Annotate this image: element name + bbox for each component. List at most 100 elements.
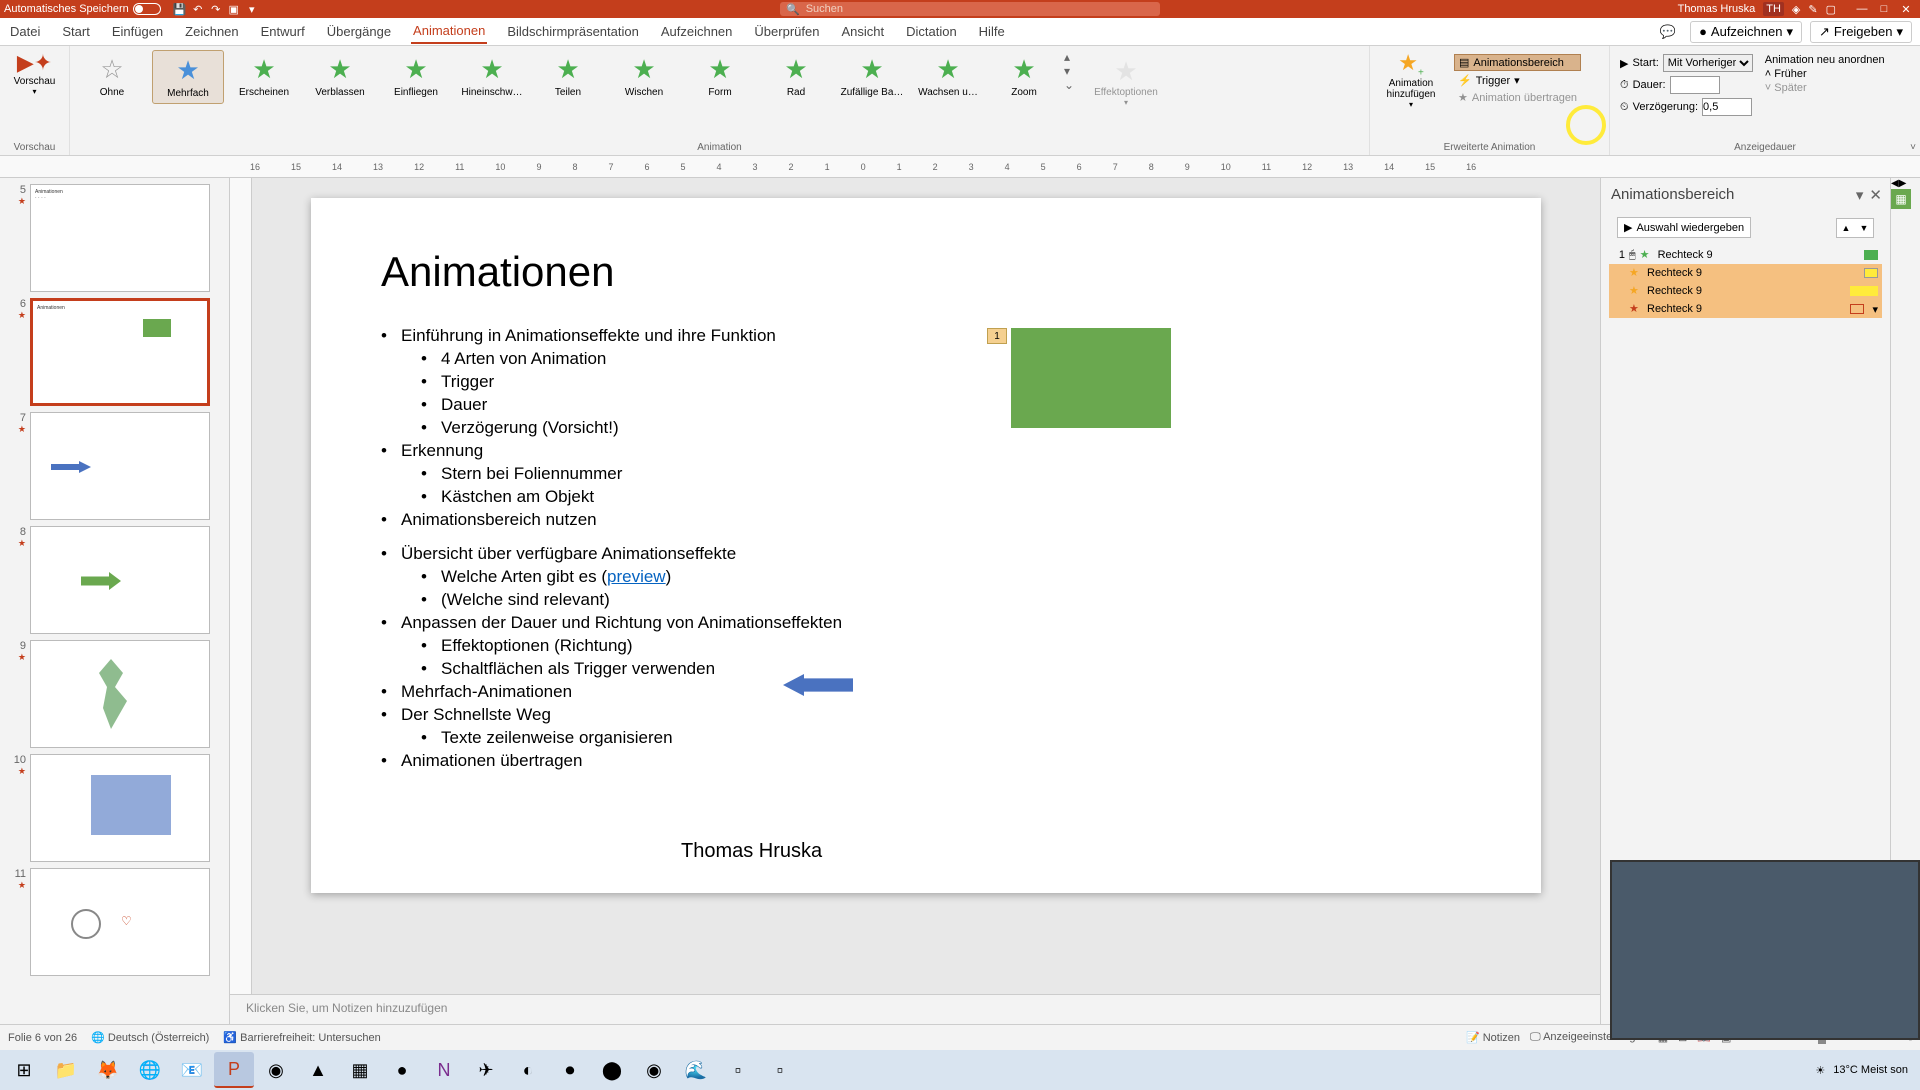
thumb-10[interactable] — [30, 754, 210, 862]
slide-counter[interactable]: Folie 6 von 26 — [8, 1032, 77, 1044]
preview-link[interactable]: preview — [607, 567, 666, 586]
undo-icon[interactable]: ↶ — [191, 2, 205, 16]
telegram-icon[interactable]: ✈ — [466, 1052, 506, 1088]
ribbon-collapse-icon[interactable]: ˅ — [1910, 142, 1916, 153]
anim-mehrfach[interactable]: ★Mehrfach — [152, 50, 224, 104]
app-icon-1[interactable]: ◉ — [256, 1052, 296, 1088]
slide-footer[interactable]: Thomas Hruska — [681, 840, 822, 863]
thumb-6[interactable]: Animationen — [30, 298, 210, 406]
app-icon-8[interactable]: ▫ — [718, 1052, 758, 1088]
strip-expand-icon[interactable]: ◀▶ — [1891, 178, 1920, 189]
slide-title[interactable]: Animationen — [381, 248, 1471, 296]
notes-pane[interactable]: Klicken Sie, um Notizen hinzuzufügen — [230, 994, 1600, 1024]
app-icon-5[interactable]: ⏺ — [550, 1052, 590, 1088]
tab-uebergaenge[interactable]: Übergänge — [325, 20, 393, 43]
anim-hinzufuegen-button[interactable]: ★+ Animation hinzufügen ▾ — [1376, 50, 1446, 109]
search-box[interactable]: 🔍 Suchen — [780, 2, 1160, 16]
vlc-icon[interactable]: ▲ — [298, 1052, 338, 1088]
redo-icon[interactable]: ↷ — [209, 2, 223, 16]
green-rectangle-shape[interactable] — [1011, 328, 1171, 428]
anim-item-3[interactable]: ★Rechteck 9 — [1609, 282, 1882, 300]
tab-start[interactable]: Start — [60, 20, 91, 43]
anim-pane-close-icon[interactable]: ✕ — [1869, 186, 1882, 204]
thumb-11[interactable]: ♡ — [30, 868, 210, 976]
outlook-icon[interactable]: 📧 — [172, 1052, 212, 1088]
autosave-switch[interactable] — [133, 3, 161, 15]
tab-datei[interactable]: Datei — [8, 20, 42, 43]
anim-item-1[interactable]: 1🖱★Rechteck 9 — [1609, 246, 1882, 264]
qat-more-icon[interactable]: ▾ — [245, 2, 259, 16]
anim-form[interactable]: ★Form — [684, 50, 756, 102]
app-icon-3[interactable]: ● — [382, 1052, 422, 1088]
anim-erscheinen[interactable]: ★Erscheinen — [228, 50, 300, 102]
anim-item-4[interactable]: ★Rechteck 9▾ — [1609, 300, 1882, 318]
dauer-input[interactable] — [1670, 76, 1720, 94]
replay-button[interactable]: ▶ Auswahl wiedergeben — [1617, 217, 1751, 238]
maximize-icon[interactable]: □ — [1874, 2, 1894, 16]
diamond-icon[interactable]: ◈ — [1792, 3, 1800, 16]
app-icon-7[interactable]: ◉ — [634, 1052, 674, 1088]
thumb-8[interactable] — [30, 526, 210, 634]
edge-icon[interactable]: 🌊 — [676, 1052, 716, 1088]
animation-tag[interactable]: 1 — [987, 328, 1007, 344]
app-icon-4[interactable]: ◐ — [508, 1052, 548, 1088]
vorschau-button[interactable]: ▶✦ Vorschau ▾ — [14, 50, 56, 96]
start-select[interactable]: Mit Vorheriger — [1663, 54, 1753, 72]
anim-teilen[interactable]: ★Teilen — [532, 50, 604, 102]
tab-ansicht[interactable]: Ansicht — [839, 20, 886, 43]
aufzeichnen-button[interactable]: ● Aufzeichnen ▾ — [1690, 21, 1802, 43]
minimize-icon[interactable]: — — [1852, 2, 1872, 16]
thumb-9[interactable] — [30, 640, 210, 748]
lang-indicator[interactable]: 🌐 Deutsch (Österreich) — [91, 1031, 209, 1044]
pen-icon[interactable]: ✎ — [1808, 3, 1817, 16]
strip-tool-icon[interactable]: ▦ — [1891, 189, 1911, 209]
anim-pane-dropdown-icon[interactable]: ▾ — [1856, 186, 1864, 204]
slide-canvas[interactable]: Animationen Einführung in Animationseffe… — [252, 178, 1600, 994]
anim-hineinschw[interactable]: ★Hineinschw… — [456, 50, 528, 102]
slide-content[interactable]: Einführung in Animationseffekte und ihre… — [381, 326, 1471, 771]
slideshow-icon[interactable]: ▣ — [227, 2, 241, 16]
onenote-icon[interactable]: N — [424, 1052, 464, 1088]
tab-hilfe[interactable]: Hilfe — [977, 20, 1007, 43]
firefox-icon[interactable]: 🦊 — [88, 1052, 128, 1088]
tab-entwurf[interactable]: Entwurf — [259, 20, 307, 43]
anim-wischen[interactable]: ★Wischen — [608, 50, 680, 102]
autosave-toggle[interactable]: Automatisches Speichern — [4, 3, 161, 15]
tab-zeichnen[interactable]: Zeichnen — [183, 20, 240, 43]
tab-animationen[interactable]: Animationen — [411, 19, 487, 44]
user-avatar[interactable]: TH — [1763, 2, 1784, 16]
animation-gallery-more[interactable]: ▴▾⌄ — [1064, 50, 1082, 92]
tab-dictation[interactable]: Dictation — [904, 20, 959, 43]
anim-item-2[interactable]: ★Rechteck 9 — [1609, 264, 1882, 282]
tab-bildschirm[interactable]: Bildschirmpräsentation — [505, 20, 641, 43]
anim-wachsen[interactable]: ★Wachsen u… — [912, 50, 984, 102]
item-dropdown-icon[interactable]: ▾ — [1872, 303, 1878, 316]
close-icon[interactable]: ✕ — [1896, 2, 1916, 16]
anim-verblassen[interactable]: ★Verblassen — [304, 50, 376, 102]
app-icon-2[interactable]: ▦ — [340, 1052, 380, 1088]
move-up-icon[interactable]: ▲ — [1837, 219, 1855, 237]
accessibility-indicator[interactable]: ♿ Barrierefreiheit: Untersuchen — [223, 1031, 380, 1044]
user-name[interactable]: Thomas Hruska — [1678, 3, 1756, 15]
notizen-button[interactable]: 📝 Notizen — [1466, 1031, 1520, 1044]
system-tray[interactable]: ☀ 13°C Meist son — [1815, 1064, 1916, 1077]
tab-ueberpruefen[interactable]: Überprüfen — [752, 20, 821, 43]
anim-einfliegen[interactable]: ★Einfliegen — [380, 50, 452, 102]
app-icon-9[interactable]: ▫ — [760, 1052, 800, 1088]
anim-zufaellige[interactable]: ★Zufällige Ba… — [836, 50, 908, 102]
start-button[interactable]: ⊞ — [4, 1052, 44, 1088]
freigeben-button[interactable]: ↗ Freigeben ▾ — [1810, 21, 1912, 43]
window-icon[interactable]: ▢ — [1826, 3, 1836, 16]
comments-button[interactable]: 💬 — [1654, 22, 1682, 42]
verzoegerung-input[interactable] — [1702, 98, 1752, 116]
thumb-5[interactable]: Animationen· · · · — [30, 184, 210, 292]
app-icon-6[interactable]: ⬤ — [592, 1052, 632, 1088]
anim-zoom[interactable]: ★Zoom — [988, 50, 1060, 102]
chrome-icon[interactable]: 🌐 — [130, 1052, 170, 1088]
slide-thumbnails[interactable]: 5★Animationen· · · · 6★Animationen 7★ 8★… — [0, 178, 230, 1024]
anim-rad[interactable]: ★Rad — [760, 50, 832, 102]
powerpoint-icon[interactable]: P — [214, 1052, 254, 1088]
move-down-icon[interactable]: ▼ — [1855, 219, 1873, 237]
trigger-button[interactable]: ⚡ Trigger ▾ — [1454, 73, 1581, 88]
anim-ohne[interactable]: ☆Ohne — [76, 50, 148, 102]
